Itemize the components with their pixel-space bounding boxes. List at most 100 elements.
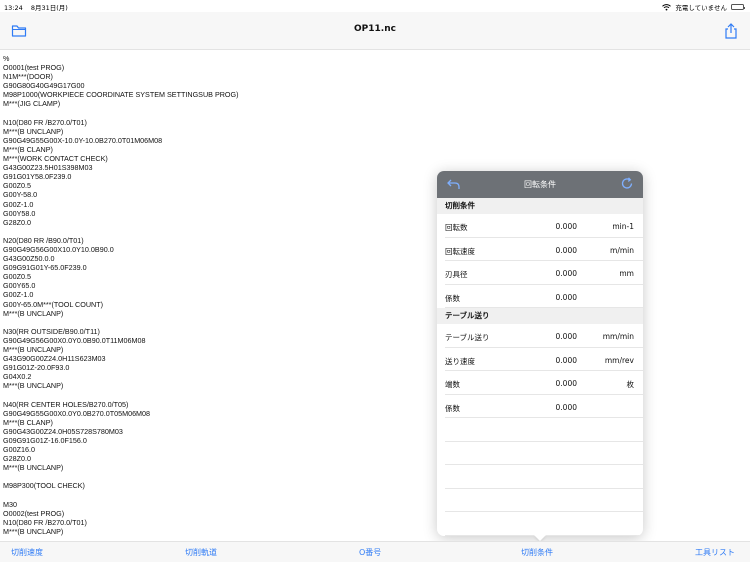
program-line: N1M***(DOOR) — [3, 72, 53, 82]
status-left: 13:24 8月31日(月) — [4, 2, 74, 12]
program-line: G00Z16.0 — [3, 445, 35, 455]
share-icon[interactable] — [723, 23, 739, 39]
program-line: G43G90G00Z24.0H11S623M03 — [3, 354, 106, 364]
empty-row — [445, 418, 643, 442]
program-line: N10(D80 FR /B270.0/T01) — [3, 117, 87, 127]
tab-tool-list[interactable]: 工具リスト — [695, 547, 735, 558]
program-line: M***(B UNCLANP) — [3, 526, 64, 536]
program-line: M***(B UNCLANP) — [3, 381, 64, 391]
row-value: 0.000 — [555, 379, 577, 388]
program-line: G90G49G55G00X0.0Y0.0B270.0T05M06M08 — [3, 408, 151, 418]
row-unit: min-1 — [612, 222, 634, 231]
program-line: G43G00Z23.5H01S398M03 — [3, 163, 93, 173]
program-line — [3, 491, 433, 500]
row-unit: mm/rev — [604, 355, 634, 365]
row-label: 刃具径 — [445, 270, 468, 279]
program-line: N20(D80 RR /B90.0/T01) — [3, 235, 84, 245]
program-line: G00Y-58.0 — [3, 190, 38, 200]
program-line: G43G00Z50.0.0 — [3, 254, 55, 264]
status-bar: 13:24 8月31日(月) 充電していません — [0, 0, 750, 12]
row-teeth-count[interactable]: 端数 0.000 枚 — [445, 371, 643, 395]
navbar: OP11.nc — [0, 12, 750, 50]
row-feed-rate[interactable]: 送り速度 0.000 mm/rev — [445, 348, 643, 371]
program-line: G00Z-1.0 — [3, 290, 34, 300]
row-label: 送り速度 — [445, 356, 475, 366]
nc-program-text[interactable]: % O0001(test PROG) N1M***(DOOR) G90G80G40G4… — [3, 54, 433, 536]
program-line: M***(B UNCLANP) — [3, 463, 64, 473]
program-line: G91G01Z-20.0F93.0 — [3, 363, 70, 373]
row-unit: 枚 — [626, 380, 635, 389]
program-line: G28Z0.0 — [3, 217, 31, 227]
empty-row — [445, 512, 643, 536]
program-line — [3, 109, 433, 118]
section-header-table-feed: テーブル送り — [437, 308, 643, 324]
row-spindle-speed[interactable]: 回転数 0.000 min-1 — [445, 214, 643, 238]
row-value: 0.000 — [555, 292, 577, 302]
row-cutting-speed[interactable]: 回転速度 0.000 m/min — [445, 238, 643, 261]
row-coefficient[interactable]: 係数 0.000 — [445, 285, 643, 308]
program-line — [3, 318, 433, 327]
program-line: G90G43G00Z24.0H05S728S780M03 — [3, 426, 123, 436]
tab-cutting-path[interactable]: 切削軌道 — [185, 547, 217, 558]
row-label: テーブル送り — [445, 333, 490, 342]
popover-title: 回転条件 — [524, 180, 556, 189]
empty-row — [445, 442, 643, 465]
program-line: G00Y58.0 — [3, 208, 36, 218]
program-line: M***(B UNCLANP) — [3, 345, 64, 354]
row-label: 端数 — [445, 380, 460, 389]
tab-o-number[interactable]: O番号 — [359, 547, 381, 558]
row-value: 0.000 — [555, 269, 577, 278]
wifi-icon — [662, 3, 672, 10]
program-line — [3, 390, 433, 399]
program-line: M***(JIG CLAMP) — [3, 99, 61, 109]
program-line — [3, 472, 433, 481]
program-line: G09G91G01Z-16.0F156.0 — [3, 435, 87, 445]
program-line: M98P300(TOOL CHECK) — [3, 481, 85, 491]
program-line: O0001(test PROG) — [3, 63, 65, 73]
program-line: G90G49G55G00X-10.0Y-10.0B270.0T01M06M08 — [3, 135, 163, 145]
row-value: 0.000 — [555, 245, 577, 255]
program-line: G00Z0.5 — [3, 181, 31, 191]
program-line: N30(RR OUTSIDE/B90.0/T11) — [3, 326, 100, 336]
refresh-icon[interactable] — [621, 177, 634, 190]
row-value: 0.000 — [555, 402, 577, 412]
program-line: N40(RR CENTER HOLES/B270.0/T05) — [3, 399, 129, 409]
program-line: G09G91G01Y-65.0F239.0 — [3, 263, 87, 273]
program-line: G90G49G56G00X10.0Y10.0B90.0 — [3, 244, 114, 254]
status-right: 充電していません — [662, 2, 745, 12]
row-label: 回転数 — [445, 223, 468, 232]
row-table-feed[interactable]: テーブル送り 0.000 mm/min — [445, 324, 643, 348]
row-value: 0.000 — [555, 355, 577, 365]
battery-icon — [731, 4, 745, 10]
program-line: G90G80G40G49G17G00 — [3, 81, 85, 91]
rotation-conditions-popover: 回転条件 切削条件 回転数 0.000 min-1 回転速度 0.000 m/m… — [437, 171, 643, 536]
program-line: G04X0.2 — [3, 372, 32, 382]
section-header-cutting-conditions: 切削条件 — [437, 198, 643, 214]
row-label: 係数 — [445, 403, 460, 413]
row-tool-diameter[interactable]: 刃具径 0.000 mm — [445, 261, 643, 285]
program-line: G00Z-1.0 — [3, 199, 34, 209]
charging-status: 充電していません — [675, 4, 727, 12]
status-time: 13:24 — [4, 4, 23, 12]
tab-cutting-speed[interactable]: 切削速度 — [11, 547, 43, 558]
program-line: G00Y-65.0M***(TOOL COUNT) — [3, 299, 103, 309]
program-line: M***(B CLANP) — [3, 144, 53, 154]
tab-bar: 切削速度 切削軌道 O番号 切削条件 工具リスト — [0, 541, 750, 562]
program-line: M***(B CLANP) — [3, 417, 53, 427]
status-date: 8月31日(月) — [30, 4, 68, 12]
row-label: 係数 — [445, 293, 460, 303]
row-value: 0.000 — [555, 222, 577, 231]
empty-row — [445, 489, 643, 512]
empty-row — [445, 465, 643, 489]
program-line: % — [3, 54, 10, 63]
row-value: 0.000 — [555, 332, 577, 341]
row-label: 回転速度 — [445, 246, 475, 256]
program-line: G28Z0.0 — [3, 454, 31, 464]
program-line: M***(WORK CONTACT CHECK) — [3, 154, 108, 164]
program-line: G91G01Y58.0F239.0 — [3, 172, 72, 182]
row-coefficient[interactable]: 係数 0.000 — [445, 395, 643, 418]
tab-cutting-conditions[interactable]: 切削条件 — [521, 547, 553, 558]
program-line: M***(B UNCLANP) — [3, 308, 64, 318]
program-line: G00Z0.5 — [3, 272, 31, 282]
page-title: OP11.nc — [354, 24, 396, 34]
